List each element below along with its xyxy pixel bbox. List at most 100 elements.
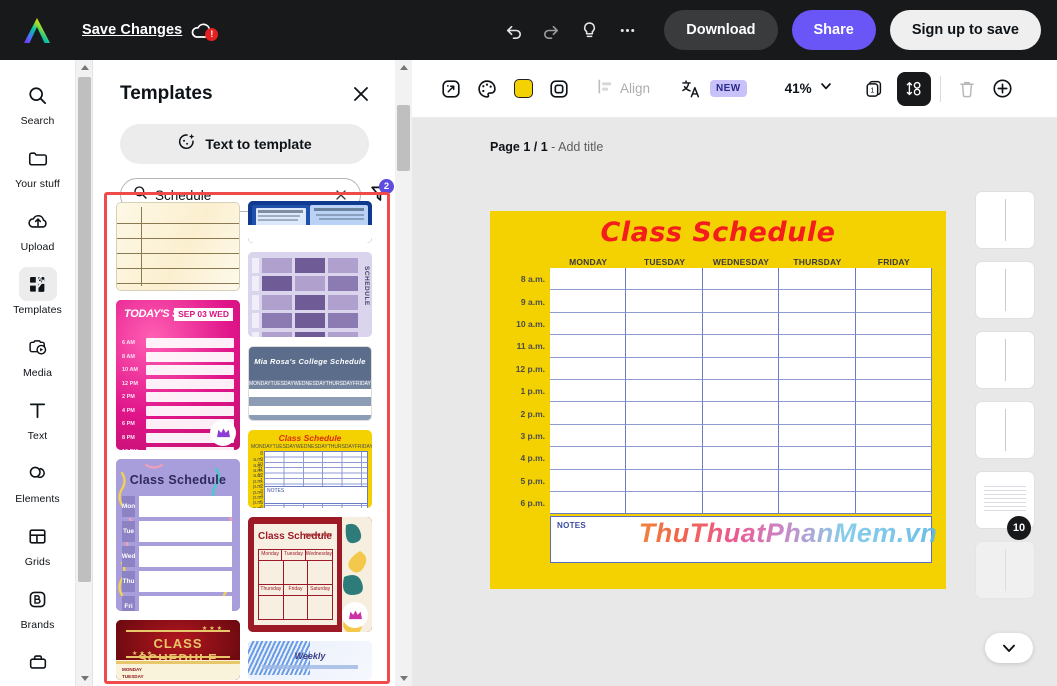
table-row[interactable]: 10 a.m. (504, 312, 933, 336)
save-changes-link[interactable]: Save Changes (82, 22, 182, 38)
table-row[interactable]: 3 p.m. (504, 424, 933, 448)
page-thumbnail[interactable] (975, 331, 1035, 389)
schedule-cell[interactable] (702, 290, 780, 313)
template-results-grid[interactable]: TODAY'S SCHEDULE SEP 03 WED 6 AM 8 AM 10… (108, 196, 386, 680)
schedule-cell[interactable] (702, 402, 780, 425)
table-row[interactable]: 1 p.m. (504, 379, 933, 403)
template-card-blue-cards-template[interactable] (248, 201, 372, 243)
grid-view-icon[interactable] (896, 71, 931, 106)
template-card-purple-bars-schedule[interactable]: SCHEDULE (248, 251, 372, 337)
schedule-cell[interactable] (855, 491, 933, 515)
close-icon[interactable] (347, 80, 375, 108)
schedule-cell[interactable] (855, 357, 933, 380)
schedule-cell[interactable] (702, 357, 780, 380)
magic-resize-icon[interactable] (434, 72, 468, 106)
schedule-cell[interactable] (626, 491, 703, 515)
schedule-cell[interactable] (779, 268, 856, 291)
schedule-cell[interactable] (779, 491, 856, 515)
schedule-cell[interactable] (779, 335, 856, 358)
sidebar-item-apps[interactable] (4, 637, 72, 686)
page-thumbnail[interactable] (975, 191, 1035, 249)
scroll-down-arrow[interactable] (395, 671, 412, 686)
share-button[interactable]: Share (791, 10, 876, 50)
page-count-icon[interactable]: 1 (857, 72, 891, 106)
schedule-cell[interactable] (702, 268, 780, 291)
template-card-cream-red-class-schedule[interactable]: Class Schedule August 2022 Monday Tuesda… (248, 516, 372, 633)
schedule-cell[interactable] (550, 469, 627, 492)
table-row[interactable]: 11 a.m. (504, 335, 933, 358)
color-swatch-yellow[interactable] (506, 72, 540, 106)
cloud-sync-status[interactable]: ! (191, 19, 219, 41)
schedule-cell[interactable] (855, 312, 933, 336)
schedule-cell[interactable] (550, 491, 627, 515)
schedule-cell[interactable] (626, 447, 703, 470)
sidebar-item-templates[interactable]: Templates (4, 259, 72, 322)
table-row[interactable]: 9 a.m. (504, 290, 933, 313)
template-card-cream-lined-schedule[interactable] (116, 202, 240, 291)
schedule-cell[interactable] (702, 424, 780, 448)
color-palette-icon[interactable] (470, 72, 504, 106)
sign-up-to-save-button[interactable]: Sign up to save (889, 10, 1041, 50)
scroll-down-arrow[interactable] (76, 671, 93, 686)
schedule-cell[interactable] (855, 424, 933, 448)
schedule-cell[interactable] (779, 379, 856, 403)
page-thumbnail[interactable] (975, 541, 1035, 599)
table-row[interactable]: 4 p.m. (504, 447, 933, 470)
schedule-cell[interactable] (550, 268, 627, 291)
add-page-icon[interactable] (986, 72, 1020, 106)
schedule-cell[interactable] (550, 447, 627, 470)
schedule-cell[interactable] (626, 335, 703, 358)
schedule-cell[interactable] (855, 402, 933, 425)
schedule-cell[interactable] (855, 268, 933, 291)
schedule-cell[interactable] (779, 447, 856, 470)
template-card-red-gold-class-schedule[interactable]: ★★★ CLASS SCHEDULE ★★★ MONDAY TUESDAY (116, 620, 240, 680)
sidebar-item-your-stuff[interactable]: Your stuff (4, 133, 72, 196)
table-row[interactable]: 8 a.m. (504, 268, 933, 291)
schedule-cell[interactable] (855, 447, 933, 470)
sidebar-item-brands[interactable]: Brands (4, 574, 72, 637)
canvas-area[interactable]: Page 1 / 1 - Add title Class Schedule MO… (412, 118, 1057, 686)
schedule-cell[interactable] (626, 290, 703, 313)
page-thumbnail[interactable] (975, 261, 1035, 319)
frame-icon[interactable] (542, 72, 576, 106)
page-title-label[interactable]: Page 1 / 1 - Add title (490, 140, 603, 154)
scrollbar-thumb[interactable] (78, 77, 91, 582)
schedule-cell[interactable] (626, 312, 703, 336)
sidebar-item-media[interactable]: Media (4, 322, 72, 385)
sidebar-item-upload[interactable]: Upload (4, 196, 72, 259)
canva-logo[interactable] (20, 15, 54, 45)
schedule-cell[interactable] (626, 357, 703, 380)
schedule-cell[interactable] (626, 469, 703, 492)
schedule-cell[interactable] (702, 469, 780, 492)
sidebar-item-elements[interactable]: Elements (4, 448, 72, 511)
schedule-cell[interactable] (626, 424, 703, 448)
template-card-weekly-blue-schedule[interactable]: Weekly (248, 641, 372, 680)
schedule-cell[interactable] (550, 424, 627, 448)
template-card-todays-schedule-pink[interactable]: TODAY'S SCHEDULE SEP 03 WED 6 AM 8 AM 10… (116, 299, 240, 450)
schedule-cell[interactable] (779, 424, 856, 448)
schedule-cell[interactable] (779, 402, 856, 425)
schedule-cell[interactable] (702, 447, 780, 470)
lightbulb-icon[interactable] (572, 13, 606, 47)
schedule-cell[interactable] (702, 491, 780, 515)
schedule-cell[interactable] (626, 402, 703, 425)
schedule-cell[interactable] (550, 402, 627, 425)
table-row[interactable]: 2 p.m. (504, 402, 933, 425)
template-card-yellow-class-schedule[interactable]: Class Schedule MONDAY TUESDAY WEDNESDAY … (248, 430, 372, 508)
schedule-cell[interactable] (626, 379, 703, 403)
page-thumbnail[interactable] (975, 401, 1035, 459)
sidebar-scrollbar[interactable] (76, 60, 93, 686)
schedule-cell[interactable] (702, 312, 780, 336)
undo-icon[interactable] (496, 13, 530, 47)
schedule-cell[interactable] (550, 312, 627, 336)
page-thumbnail-strip[interactable]: 10 (975, 176, 1057, 686)
schedule-cell[interactable] (550, 335, 627, 358)
sidebar-item-search[interactable]: Search (4, 70, 72, 133)
schedule-cell[interactable] (855, 469, 933, 492)
collapse-thumbnails-button[interactable] (985, 633, 1033, 663)
schedule-cell[interactable] (779, 357, 856, 380)
table-row[interactable]: 5 p.m. (504, 469, 933, 492)
template-card-purple-doodle-class-schedule[interactable]: Class Schedule Mon Tue Wed Thu Fri (116, 458, 240, 612)
translate-icon[interactable] (674, 72, 708, 106)
more-options-icon[interactable] (610, 13, 644, 47)
